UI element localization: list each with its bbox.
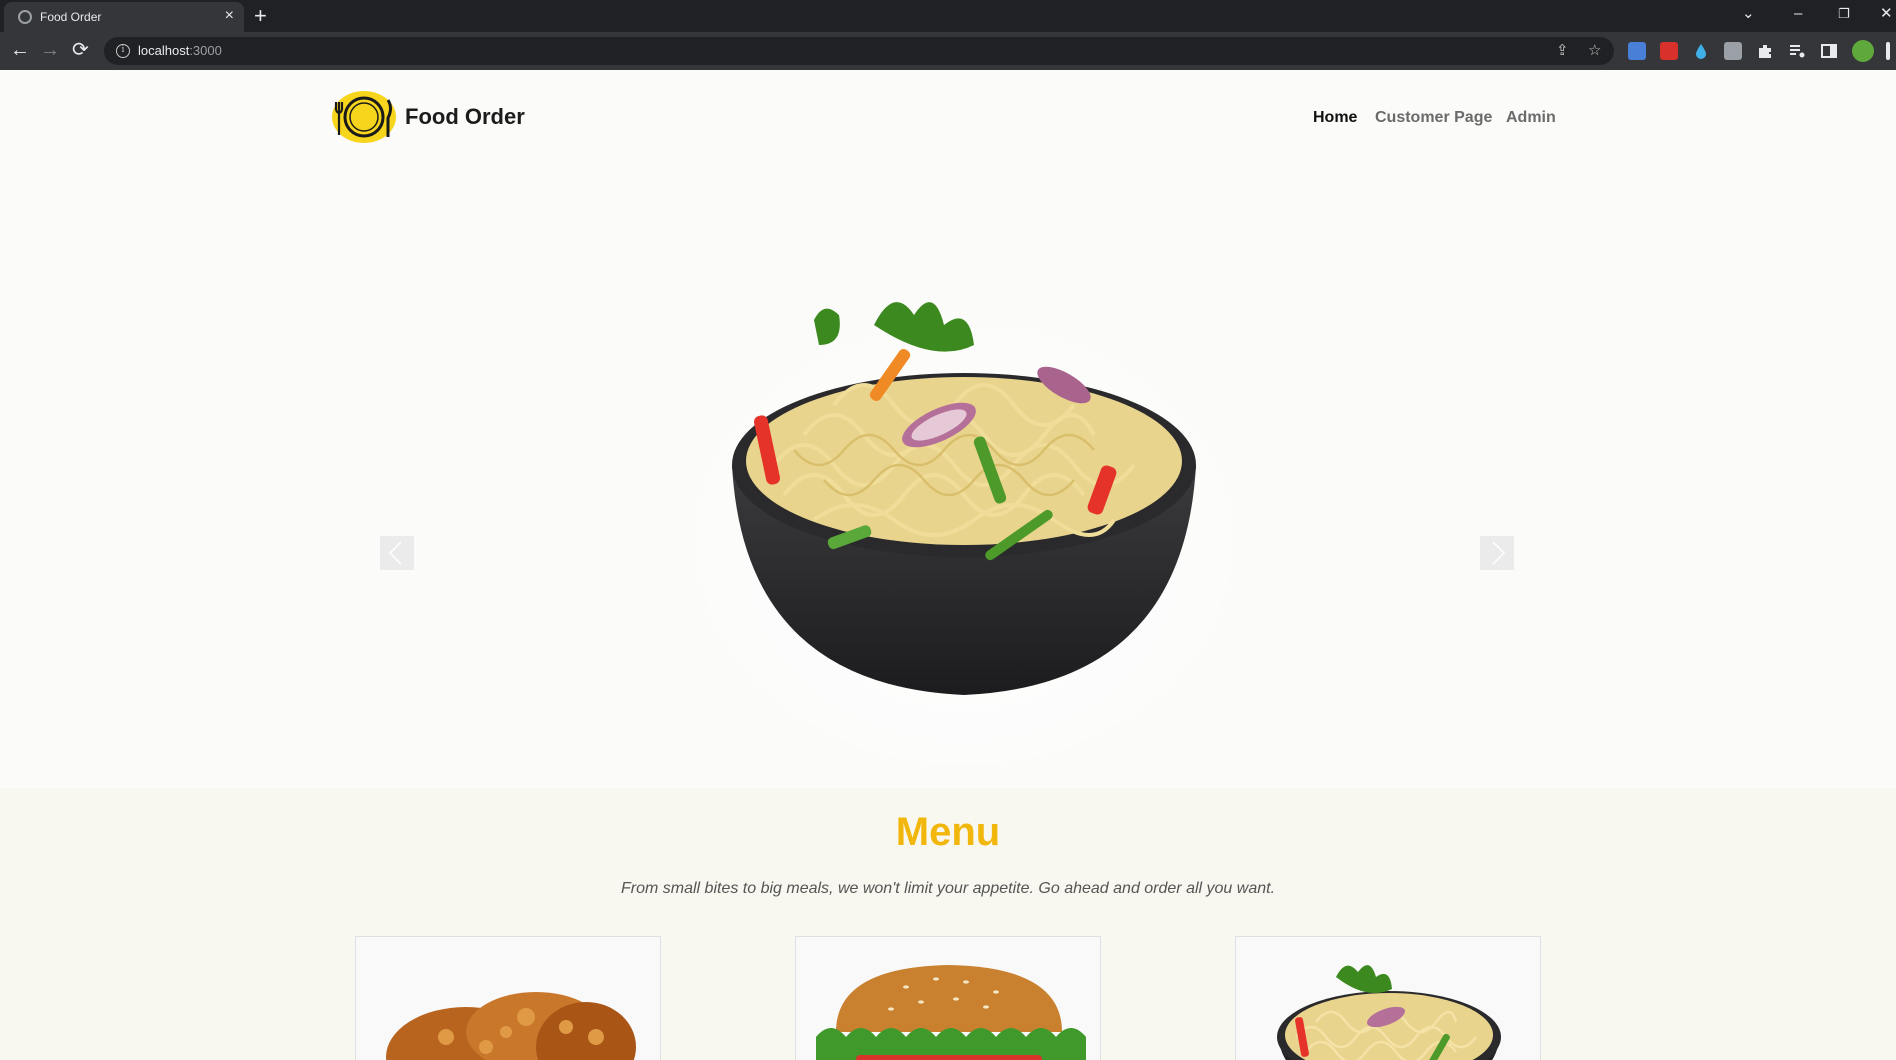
forward-button[interactable]: → bbox=[40, 38, 60, 62]
restore-button[interactable]: ❐ bbox=[1838, 4, 1850, 24]
url-text: localhost:3000 bbox=[138, 43, 222, 58]
plate-logo-icon[interactable] bbox=[330, 90, 398, 144]
minimize-button[interactable]: – bbox=[1794, 4, 1802, 24]
new-tab-button[interactable]: + bbox=[254, 3, 267, 29]
share-icon[interactable]: ⇪ bbox=[1556, 42, 1569, 60]
menu-card[interactable] bbox=[795, 936, 1101, 1060]
chevron-left-icon bbox=[388, 541, 402, 565]
tab-close-icon[interactable]: × bbox=[225, 7, 234, 25]
chevron-right-icon bbox=[1492, 541, 1506, 565]
carousel-next-button[interactable] bbox=[1480, 536, 1514, 570]
fried-chicken-image bbox=[386, 992, 636, 1060]
carousel-prev-button[interactable] bbox=[380, 536, 414, 570]
nav-link-customer-page[interactable]: Customer Page bbox=[1375, 109, 1492, 127]
back-button[interactable]: ← bbox=[10, 38, 30, 62]
browser-tab[interactable]: Food Order × bbox=[4, 2, 244, 32]
droplet-extension-icon[interactable] bbox=[1692, 42, 1710, 60]
globe-icon bbox=[18, 10, 32, 24]
tab-search-icon[interactable]: ⌄ bbox=[1742, 4, 1755, 24]
puzzle-extensions-icon[interactable] bbox=[1756, 42, 1774, 60]
side-panel-icon[interactable] bbox=[1820, 42, 1838, 60]
bookmark-star-icon[interactable]: ☆ bbox=[1588, 42, 1601, 60]
address-bar[interactable]: i localhost:3000 ⇪ ☆ bbox=[104, 37, 1614, 65]
close-window-button[interactable]: ✕ bbox=[1880, 4, 1893, 24]
media-queue-icon[interactable] bbox=[1788, 42, 1806, 60]
translate-extension-icon[interactable] bbox=[1628, 42, 1646, 60]
noodles-bowl-image bbox=[694, 302, 1234, 765]
menu-card[interactable] bbox=[1235, 936, 1541, 1060]
brand-name[interactable]: Food Order bbox=[405, 104, 525, 130]
red-extension-icon[interactable] bbox=[1660, 42, 1678, 60]
browser-menu-icon[interactable] bbox=[1886, 42, 1890, 60]
nav-link-home[interactable]: Home bbox=[1313, 109, 1357, 127]
browser-tab-strip: Food Order × + ⌄ – ❐ ✕ bbox=[0, 0, 1896, 32]
menu-card[interactable] bbox=[355, 936, 661, 1060]
camera-extension-icon[interactable] bbox=[1724, 42, 1742, 60]
menu-subtitle: From small bites to big meals, we won't … bbox=[620, 880, 1276, 897]
menu-section: Menu From small bites to big meals, we w… bbox=[0, 788, 1896, 1060]
site-info-icon[interactable]: i bbox=[116, 44, 130, 58]
menu-title: Menu bbox=[895, 810, 1001, 854]
noodles-bowl-image bbox=[1277, 965, 1501, 1060]
web-page: Food Order Home Customer Page Admin Menu… bbox=[0, 70, 1896, 1060]
burger-image bbox=[816, 965, 1086, 1060]
image-carousel bbox=[380, 190, 1514, 840]
reload-button[interactable]: ⟳ bbox=[72, 38, 89, 62]
browser-toolbar: ← → ⟳ i localhost:3000 ⇪ ☆ bbox=[0, 32, 1896, 70]
nav-link-admin[interactable]: Admin bbox=[1506, 109, 1556, 127]
tab-title: Food Order bbox=[40, 10, 102, 24]
profile-avatar[interactable] bbox=[1852, 40, 1874, 62]
